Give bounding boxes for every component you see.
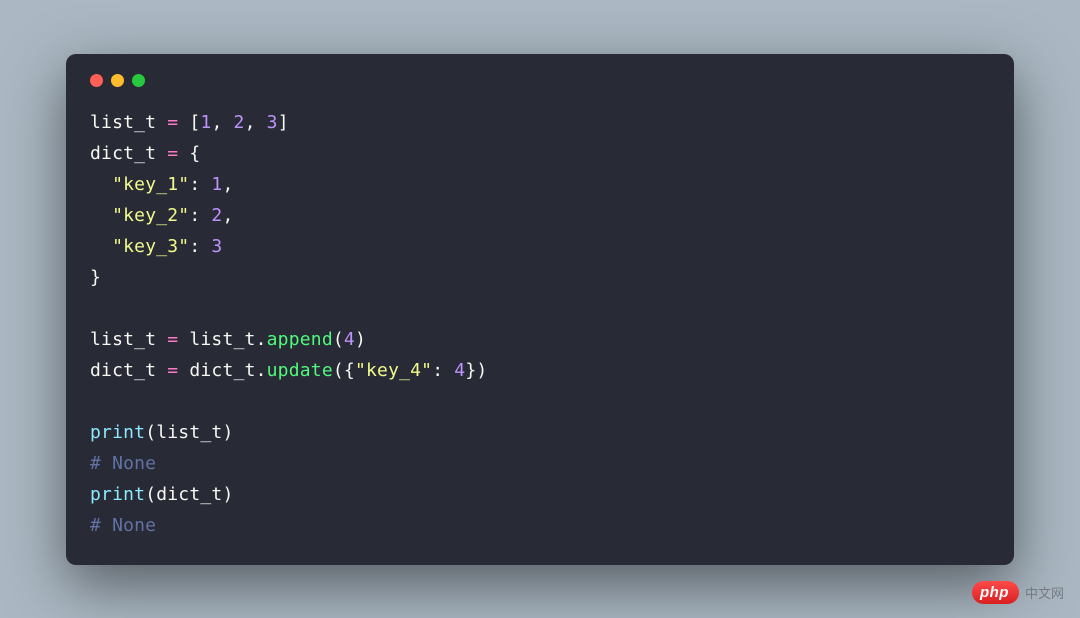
comma: ,	[245, 112, 267, 133]
number: 4	[454, 360, 465, 381]
watermark: php 中文网	[972, 581, 1064, 604]
bracket: ]	[278, 112, 289, 133]
variable: dict_t	[189, 360, 255, 381]
brace: }	[90, 267, 101, 288]
code-line: print(dict_t)	[90, 479, 990, 510]
variable: list_t	[90, 112, 156, 133]
string: "key_2"	[112, 205, 189, 226]
window-titlebar	[90, 74, 990, 87]
paren: })	[465, 360, 487, 381]
number: 1	[211, 174, 222, 195]
number: 3	[211, 236, 222, 257]
code-line: "key_2": 2,	[90, 200, 990, 231]
number: 3	[267, 112, 278, 133]
code-line: dict_t = {	[90, 138, 990, 169]
comma: ,	[222, 205, 233, 226]
paren: (	[333, 329, 344, 350]
code-line: dict_t = dict_t.update({"key_4": 4})	[90, 355, 990, 386]
number: 2	[211, 205, 222, 226]
paren: ({	[333, 360, 355, 381]
paren: )	[222, 484, 233, 505]
comma: ,	[222, 174, 233, 195]
string: "key_3"	[112, 236, 189, 257]
brace: {	[189, 143, 200, 164]
paren: )	[355, 329, 366, 350]
code-content: list_t = [1, 2, 3] dict_t = { "key_1": 1…	[90, 107, 990, 541]
code-line: # None	[90, 510, 990, 541]
variable: list_t	[189, 329, 255, 350]
code-line: list_t = [1, 2, 3]	[90, 107, 990, 138]
colon: :	[432, 360, 454, 381]
number: 2	[234, 112, 245, 133]
comma: ,	[211, 112, 233, 133]
variable: dict_t	[90, 143, 156, 164]
string: "key_4"	[355, 360, 432, 381]
minimize-icon[interactable]	[111, 74, 124, 87]
variable: list_t	[156, 422, 222, 443]
operator: =	[156, 360, 189, 381]
string: "key_1"	[112, 174, 189, 195]
bracket: [	[189, 112, 200, 133]
code-line-empty	[90, 386, 990, 417]
operator: =	[156, 143, 189, 164]
number: 1	[200, 112, 211, 133]
dot: .	[256, 360, 267, 381]
function: print	[90, 422, 145, 443]
number: 4	[344, 329, 355, 350]
paren: )	[222, 422, 233, 443]
operator: =	[156, 112, 189, 133]
colon: :	[189, 174, 211, 195]
variable: list_t	[90, 329, 156, 350]
code-line: list_t = list_t.append(4)	[90, 324, 990, 355]
variable: dict_t	[90, 360, 156, 381]
method: append	[267, 329, 333, 350]
paren: (	[145, 484, 156, 505]
code-line: print(list_t)	[90, 417, 990, 448]
code-line: "key_3": 3	[90, 231, 990, 262]
method: update	[267, 360, 333, 381]
colon: :	[189, 236, 211, 257]
code-line: # None	[90, 448, 990, 479]
watermark-text: 中文网	[1025, 583, 1064, 602]
comment: # None	[90, 515, 156, 536]
colon: :	[189, 205, 211, 226]
comment: # None	[90, 453, 156, 474]
operator: =	[156, 329, 189, 350]
maximize-icon[interactable]	[132, 74, 145, 87]
variable: dict_t	[156, 484, 222, 505]
function: print	[90, 484, 145, 505]
code-line: "key_1": 1,	[90, 169, 990, 200]
php-logo-badge: php	[972, 581, 1019, 604]
paren: (	[145, 422, 156, 443]
code-line-empty	[90, 293, 990, 324]
code-line: }	[90, 262, 990, 293]
close-icon[interactable]	[90, 74, 103, 87]
code-window: list_t = [1, 2, 3] dict_t = { "key_1": 1…	[66, 54, 1014, 565]
dot: .	[256, 329, 267, 350]
